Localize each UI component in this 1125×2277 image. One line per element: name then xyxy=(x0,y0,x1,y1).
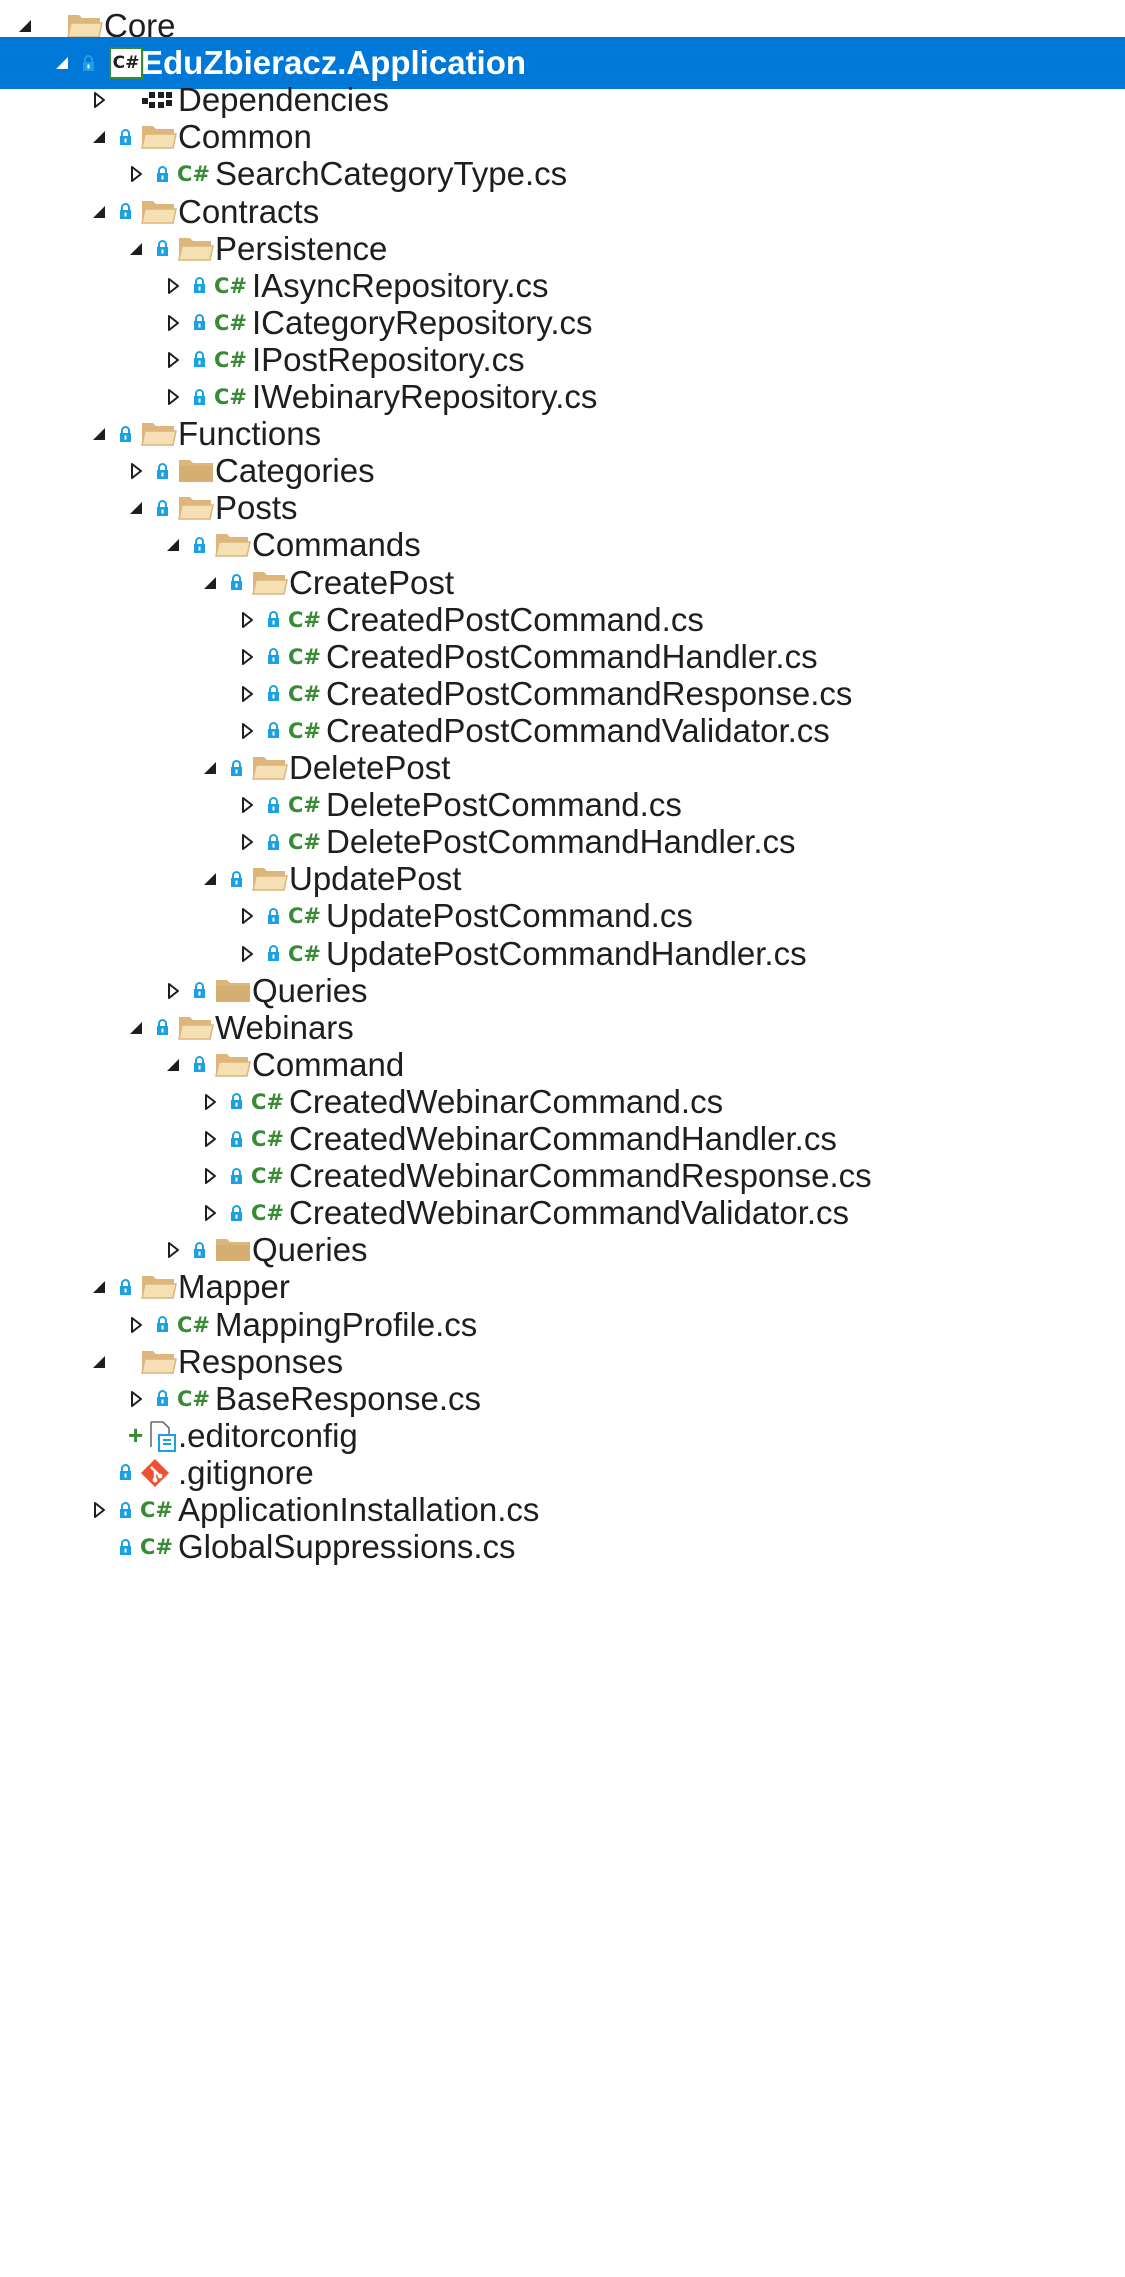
lock-icon xyxy=(194,982,205,999)
expanded-arrow-icon[interactable] xyxy=(90,425,108,443)
expanded-arrow-icon[interactable] xyxy=(127,499,145,517)
collapsed-arrow-icon[interactable] xyxy=(238,796,256,814)
lock-icon xyxy=(268,796,279,813)
lock-icon xyxy=(157,1316,168,1332)
lock-icon xyxy=(268,907,279,924)
expanded-arrow-icon[interactable] xyxy=(164,1056,182,1074)
collapsed-arrow-icon[interactable] xyxy=(238,648,256,666)
lock-icon xyxy=(231,759,242,776)
collapsed-arrow-icon[interactable] xyxy=(127,462,145,480)
lock-icon xyxy=(231,1093,242,1110)
lock-icon xyxy=(194,351,205,368)
expanded-arrow-icon[interactable] xyxy=(127,1019,145,1037)
tree-item[interactable]: C# GlobalSuppressions.cs xyxy=(0,1521,1125,1573)
lock-icon xyxy=(157,1019,168,1036)
lock-icon xyxy=(194,314,205,331)
lock-icon xyxy=(194,277,205,294)
lock-icon xyxy=(120,1278,131,1295)
lock-icon xyxy=(194,388,205,405)
collapsed-arrow-icon[interactable] xyxy=(164,388,182,406)
lock-icon xyxy=(120,128,131,145)
collapsed-arrow-icon[interactable] xyxy=(164,277,182,295)
csharp-file-icon: C# xyxy=(140,1535,174,1560)
tree-item-label: GlobalSuppressions.cs xyxy=(178,1528,516,1566)
expanded-arrow-icon[interactable] xyxy=(90,1278,108,1296)
collapsed-arrow-icon[interactable] xyxy=(164,1241,182,1259)
solution-explorer-tree: Core C# EduZbieracz.Application Dependencie… xyxy=(0,0,1125,2277)
lock-icon xyxy=(268,945,279,961)
lock-icon xyxy=(83,54,94,71)
lock-icon xyxy=(157,240,168,257)
lock-icon xyxy=(120,203,131,219)
expanded-arrow-icon[interactable] xyxy=(90,1353,108,1371)
lock-icon xyxy=(268,722,279,739)
expanded-arrow-icon[interactable] xyxy=(164,536,182,554)
expanded-arrow-icon[interactable] xyxy=(201,870,219,888)
expanded-arrow-icon[interactable] xyxy=(53,54,71,72)
expanded-arrow-icon[interactable] xyxy=(201,759,219,777)
lock-icon xyxy=(157,499,168,516)
lock-icon xyxy=(268,833,279,850)
collapsed-arrow-icon[interactable] xyxy=(164,982,182,1000)
collapsed-arrow-icon[interactable] xyxy=(164,314,182,332)
collapsed-arrow-icon[interactable] xyxy=(238,907,256,925)
lock-icon xyxy=(120,1538,131,1555)
expanded-arrow-icon[interactable] xyxy=(90,203,108,221)
collapsed-arrow-icon[interactable] xyxy=(127,1316,145,1334)
expanded-arrow-icon[interactable] xyxy=(201,574,219,592)
lock-icon xyxy=(231,870,242,887)
dependencies-icon xyxy=(142,92,172,109)
lock-icon xyxy=(157,1390,168,1407)
lock-icon xyxy=(194,536,205,553)
collapsed-arrow-icon[interactable] xyxy=(90,1501,108,1519)
expanded-arrow-icon[interactable] xyxy=(16,17,34,35)
expanded-arrow-icon[interactable] xyxy=(90,128,108,146)
collapsed-arrow-icon[interactable] xyxy=(201,1204,219,1222)
lock-icon xyxy=(120,425,131,442)
collapsed-arrow-icon[interactable] xyxy=(127,165,145,183)
lock-icon xyxy=(268,648,279,665)
collapsed-arrow-icon[interactable] xyxy=(238,611,256,629)
lock-icon xyxy=(231,1167,242,1184)
lock-icon xyxy=(231,1204,242,1221)
lock-icon xyxy=(120,1464,131,1481)
collapsed-arrow-icon[interactable] xyxy=(201,1093,219,1111)
lock-icon xyxy=(231,574,242,590)
collapsed-arrow-icon[interactable] xyxy=(238,833,256,851)
lock-icon xyxy=(231,1130,242,1147)
expanded-arrow-icon[interactable] xyxy=(127,240,145,258)
lock-icon xyxy=(157,165,168,182)
collapsed-arrow-icon[interactable] xyxy=(90,91,108,109)
tree-item-icons: C# xyxy=(119,1521,174,1573)
lock-icon xyxy=(157,462,168,479)
lock-icon xyxy=(194,1056,205,1073)
collapsed-arrow-icon[interactable] xyxy=(238,945,256,963)
collapsed-arrow-icon[interactable] xyxy=(127,1390,145,1408)
collapsed-arrow-icon[interactable] xyxy=(238,685,256,703)
collapsed-arrow-icon[interactable] xyxy=(164,351,182,369)
lock-icon xyxy=(194,1241,205,1258)
lock-icon xyxy=(268,611,279,628)
lock-icon xyxy=(120,1501,131,1518)
collapsed-arrow-icon[interactable] xyxy=(238,722,256,740)
collapsed-arrow-icon[interactable] xyxy=(201,1130,219,1148)
lock-icon xyxy=(268,685,279,702)
collapsed-arrow-icon[interactable] xyxy=(201,1167,219,1185)
